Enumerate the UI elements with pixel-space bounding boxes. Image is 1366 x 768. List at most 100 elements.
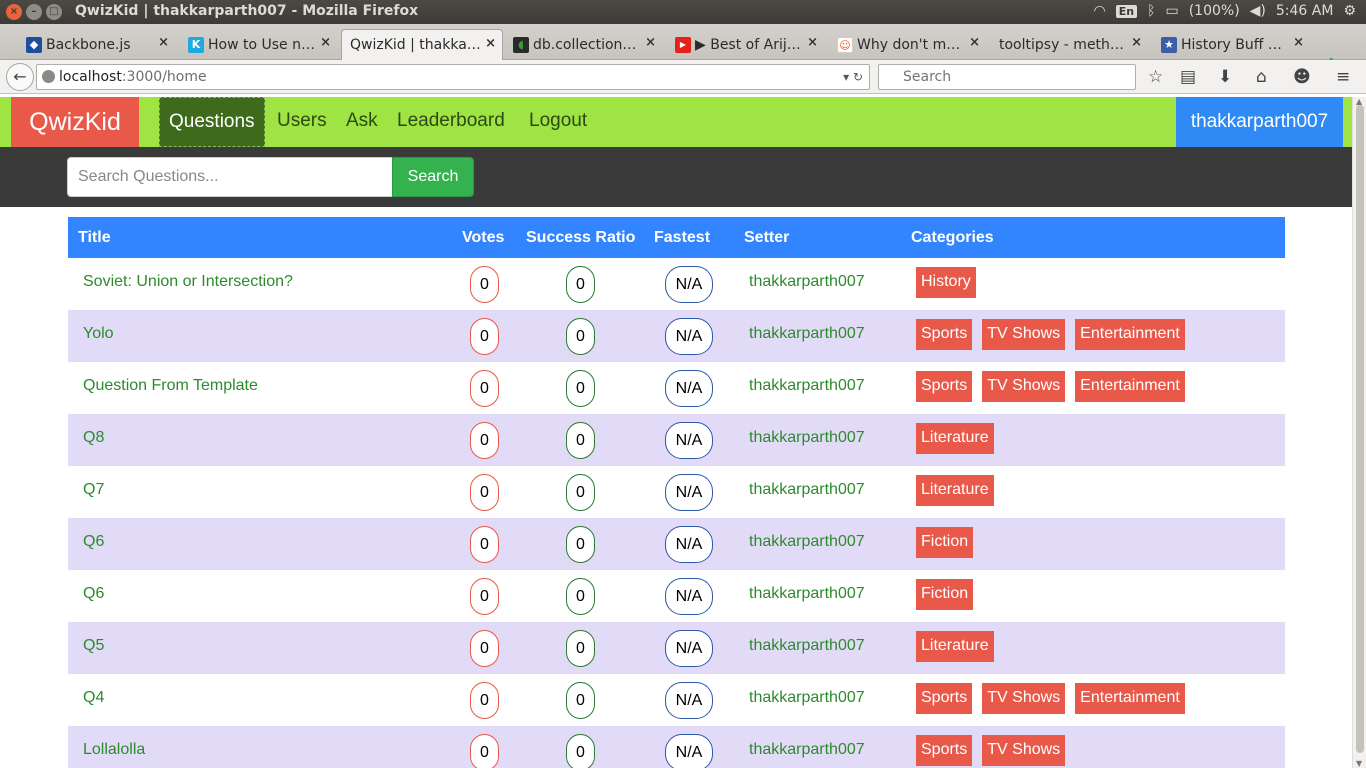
nav-ask[interactable]: Ask (346, 97, 378, 147)
volume-icon[interactable]: ◀) (1250, 3, 1266, 19)
category-tag[interactable]: Literature (916, 631, 994, 662)
home-icon[interactable]: ⌂ (1256, 67, 1267, 87)
nav-leaderboard[interactable]: Leaderboard (397, 97, 505, 147)
category-tag[interactable]: TV Shows (982, 319, 1066, 350)
scrollbar-thumb[interactable] (1356, 105, 1364, 753)
table-header: Title Votes Success Ratio Fastest Setter… (68, 217, 1285, 258)
column-header-fastest[interactable]: Fastest (654, 229, 710, 247)
tab-label: Why don't m… (857, 36, 961, 53)
keyboard-layout-indicator[interactable]: En (1115, 4, 1138, 18)
scroll-down-arrow-icon[interactable]: ▼ (1356, 759, 1362, 768)
browser-tab[interactable]: ☺ Why don't m… × (833, 29, 986, 60)
setter-link[interactable]: thakkarparth007 (749, 637, 865, 655)
category-tag[interactable]: Sports (916, 735, 973, 766)
question-title-link[interactable]: Lollalolla (83, 741, 145, 759)
window-minimize-icon[interactable]: – (26, 4, 42, 20)
category-tag[interactable]: Entertainment (1075, 319, 1185, 350)
fastest-badge: N/A (665, 318, 713, 355)
window-maximize-icon[interactable]: □ (46, 4, 62, 20)
k-icon: K (188, 37, 204, 53)
tab-close-icon[interactable]: × (1293, 35, 1304, 50)
question-title-link[interactable]: Soviet: Union or Intersection? (83, 273, 293, 291)
browser-tab[interactable]: ★ History Buff … × (1157, 29, 1310, 60)
setter-link[interactable]: thakkarparth007 (749, 741, 865, 759)
star-bookmark-icon[interactable]: ☆ (1148, 67, 1163, 87)
category-tag[interactable]: Literature (916, 423, 994, 454)
category-tag[interactable]: Fiction (916, 579, 974, 610)
tab-close-icon[interactable]: × (807, 35, 818, 50)
category-tag[interactable]: Sports (916, 371, 973, 402)
battery-icon[interactable]: ▭ (1165, 3, 1178, 19)
tab-close-icon[interactable]: × (969, 35, 980, 50)
setter-link[interactable]: thakkarparth007 (749, 429, 865, 447)
question-title-link[interactable]: Q8 (83, 429, 104, 447)
question-title-link[interactable]: Q7 (83, 481, 104, 499)
category-tag[interactable]: Sports (916, 319, 973, 350)
browser-tab[interactable]: ◖ db.collection… × (509, 29, 662, 60)
setter-link[interactable]: thakkarparth007 (749, 273, 865, 291)
category-tag[interactable]: Entertainment (1075, 371, 1185, 402)
category-tag[interactable]: TV Shows (982, 371, 1066, 402)
fastest-badge: N/A (665, 474, 713, 511)
votes-badge: 0 (470, 266, 499, 303)
browser-tab[interactable]: ▶ ▶ Best of Arij… × (671, 29, 824, 60)
vertical-scrollbar[interactable]: ▲ ▼ (1352, 97, 1366, 768)
column-header-categories[interactable]: Categories (911, 229, 994, 247)
nav-questions[interactable]: Questions (159, 97, 265, 147)
setter-link[interactable]: thakkarparth007 (749, 481, 865, 499)
url-bar[interactable]: localhost:3000/home ▾ ↻ (36, 64, 870, 90)
tab-close-icon[interactable]: × (485, 36, 496, 51)
chat-bubble-icon[interactable]: ☻ (1293, 67, 1311, 87)
category-tag[interactable]: Literature (916, 475, 994, 506)
clock[interactable]: 5:46 AM (1276, 3, 1334, 19)
nav-users[interactable]: Users (277, 97, 327, 147)
user-profile-link[interactable]: thakkarparth007 (1176, 97, 1343, 147)
category-tag[interactable]: TV Shows (982, 683, 1066, 714)
category-tag[interactable]: Entertainment (1075, 683, 1185, 714)
nav-logout[interactable]: Logout (529, 97, 587, 147)
browser-tab[interactable]: K How to Use n… × (184, 29, 337, 60)
hamburger-menu-icon[interactable]: ≡ (1336, 67, 1350, 87)
category-tag[interactable]: TV Shows (982, 735, 1066, 766)
column-header-title[interactable]: Title (78, 229, 111, 247)
setter-link[interactable]: thakkarparth007 (749, 585, 865, 603)
question-title-link[interactable]: Q6 (83, 585, 104, 603)
setter-link[interactable]: thakkarparth007 (749, 325, 865, 343)
download-arrow-icon[interactable]: ⬇ (1218, 67, 1232, 87)
reading-list-icon[interactable]: ▤ (1180, 67, 1196, 87)
reload-icon[interactable]: ↻ (853, 70, 863, 84)
window-close-icon[interactable]: × (6, 4, 22, 20)
question-title-link[interactable]: Q4 (83, 689, 104, 707)
setter-link[interactable]: thakkarparth007 (749, 377, 865, 395)
category-tag[interactable]: Sports (916, 683, 973, 714)
search-questions-input[interactable] (67, 157, 393, 197)
dropdown-arrow-icon[interactable]: ▾ (843, 70, 849, 84)
tab-close-icon[interactable]: × (645, 35, 656, 50)
question-title-link[interactable]: Question From Template (83, 377, 258, 395)
tab-close-icon[interactable]: × (1131, 35, 1142, 50)
column-header-votes[interactable]: Votes (462, 229, 504, 247)
column-header-setter[interactable]: Setter (744, 229, 789, 247)
search-button[interactable]: Search (392, 157, 474, 197)
gear-icon[interactable]: ⚙ (1343, 3, 1356, 19)
question-title-link[interactable]: Yolo (83, 325, 114, 343)
setter-link[interactable]: thakkarparth007 (749, 533, 865, 551)
browser-tab[interactable]: tooltipsy - meth… × (995, 29, 1148, 60)
question-title-link[interactable]: Q5 (83, 637, 104, 655)
category-list: History (916, 267, 976, 298)
category-tag[interactable]: History (916, 267, 976, 298)
fastest-badge: N/A (665, 526, 713, 563)
tab-close-icon[interactable]: × (320, 35, 331, 50)
browser-tab-active[interactable]: QwizKid | thakka… × (341, 29, 503, 60)
column-header-success-ratio[interactable]: Success Ratio (526, 229, 635, 247)
brand-logo[interactable]: QwizKid (11, 97, 139, 147)
wifi-icon[interactable]: ◠ (1093, 3, 1105, 19)
bluetooth-icon[interactable]: ᛒ (1147, 3, 1155, 19)
browser-tab[interactable]: ◆ Backbone.js × (22, 29, 175, 60)
setter-link[interactable]: thakkarparth007 (749, 689, 865, 707)
back-arrow-icon[interactable]: ← (6, 63, 34, 91)
question-title-link[interactable]: Q6 (83, 533, 104, 551)
category-tag[interactable]: Fiction (916, 527, 974, 558)
tab-close-icon[interactable]: × (158, 35, 169, 50)
browser-search-input[interactable] (878, 64, 1136, 90)
